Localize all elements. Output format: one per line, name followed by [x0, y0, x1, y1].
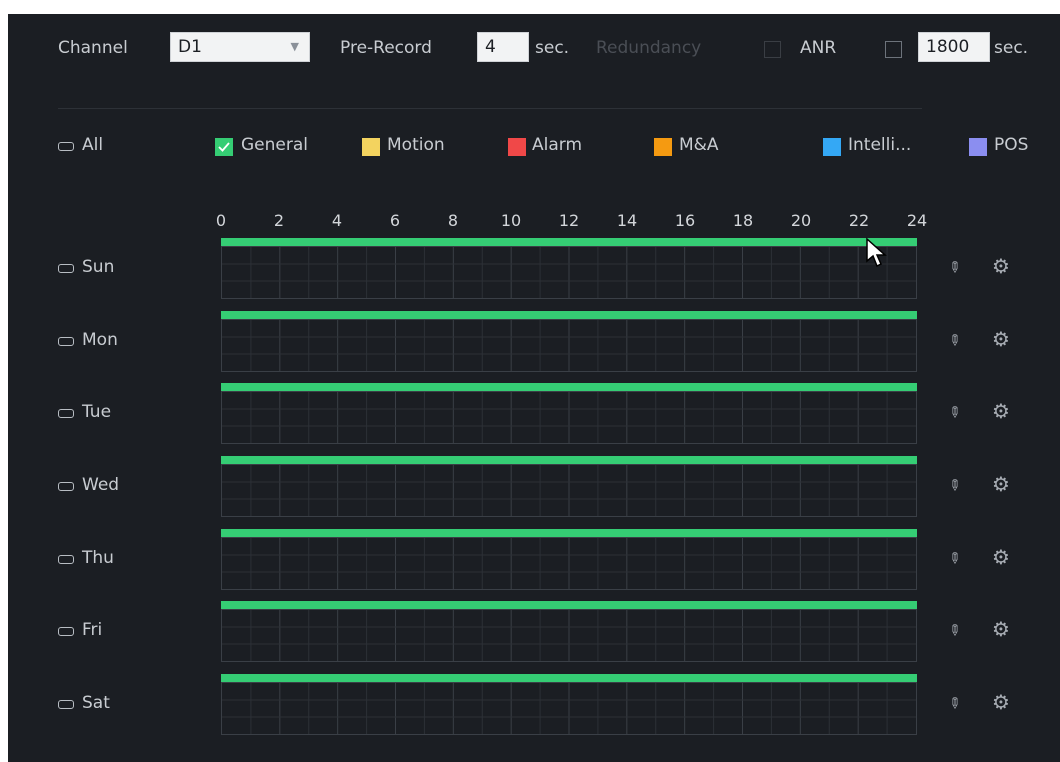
legend-label-intelli: Intelli... [848, 135, 912, 155]
check-icon [218, 142, 230, 152]
day-label-wed: Wed [82, 475, 120, 495]
redundancy-checkbox[interactable] [764, 41, 781, 58]
hour-tick-label: 0 [215, 211, 227, 230]
channel-value: D1 [178, 37, 202, 57]
redundancy-label: Redundancy [596, 38, 702, 58]
prerecord-unit: sec. [535, 38, 570, 58]
day-label-sun: Sun [82, 257, 115, 277]
pencil-icon[interactable]: ✏ [945, 406, 963, 419]
hour-tick-label: 10 [500, 211, 522, 230]
ma-swatch[interactable] [654, 138, 672, 156]
pencil-icon[interactable]: ✏ [945, 552, 963, 565]
day-label-thu: Thu [82, 548, 114, 568]
gear-icon[interactable]: ⚙ [992, 327, 1010, 351]
record-schedule-panel: Channel D1 ▼ Pre-Record 4 sec. Redundanc… [8, 14, 1060, 762]
legend-label-general: General [241, 135, 308, 155]
anr-checkbox[interactable] [885, 41, 902, 58]
anr-input[interactable]: 1800 [918, 32, 990, 62]
hour-tick-label: 2 [273, 211, 285, 230]
general-record-bar[interactable] [221, 601, 917, 609]
timeline-gridlines [222, 320, 916, 371]
timeline-gridlines [222, 465, 916, 516]
general-record-bar[interactable] [221, 383, 917, 391]
day-checkbox-mon[interactable] [58, 337, 74, 346]
general-record-bar[interactable] [221, 311, 917, 319]
hour-tick-label: 18 [732, 211, 754, 230]
pencil-icon[interactable]: ✏ [945, 697, 963, 710]
day-timeline-sat[interactable] [221, 682, 917, 735]
gear-icon[interactable]: ⚙ [992, 254, 1010, 278]
intelli-swatch[interactable] [823, 138, 841, 156]
chevron-down-icon: ▼ [290, 40, 299, 53]
hour-tick-label: 4 [331, 211, 343, 230]
pencil-icon[interactable]: ✏ [945, 624, 963, 637]
hour-tick-label: 20 [790, 211, 812, 230]
gear-icon[interactable]: ⚙ [992, 690, 1010, 714]
prerecord-input[interactable]: 4 [477, 32, 529, 62]
channel-label: Channel [58, 38, 128, 58]
timeline-gridlines [222, 538, 916, 589]
timeline-gridlines [222, 392, 916, 443]
timeline-gridlines [222, 247, 916, 298]
hour-tick-label: 8 [447, 211, 459, 230]
general-record-bar[interactable] [221, 674, 917, 682]
day-label-fri: Fri [82, 620, 103, 640]
day-label-sat: Sat [82, 693, 110, 713]
day-checkbox-tue[interactable] [58, 409, 74, 418]
hour-tick-label: 24 [906, 211, 928, 230]
channel-select[interactable]: D1 ▼ [170, 32, 310, 62]
day-timeline-sun[interactable] [221, 246, 917, 299]
legend-label-alarm: Alarm [532, 135, 583, 155]
general-record-bar[interactable] [221, 456, 917, 464]
legend-label-motion: Motion [387, 135, 445, 155]
day-checkbox-sat[interactable] [58, 700, 74, 709]
divider [58, 108, 922, 109]
anr-unit: sec. [994, 38, 1029, 58]
day-checkbox-thu[interactable] [58, 555, 74, 564]
alarm-swatch[interactable] [508, 138, 526, 156]
hour-tick-label: 14 [616, 211, 638, 230]
day-label-tue: Tue [82, 402, 112, 422]
mouse-cursor-icon [866, 237, 887, 268]
day-checkbox-sun[interactable] [58, 264, 74, 273]
pos-swatch[interactable] [969, 138, 987, 156]
hour-tick-label: 12 [558, 211, 580, 230]
day-checkbox-wed[interactable] [58, 482, 74, 491]
general-record-bar[interactable] [221, 529, 917, 537]
all-label: All [82, 135, 104, 155]
day-checkbox-fri[interactable] [58, 627, 74, 636]
motion-swatch[interactable] [362, 138, 380, 156]
day-timeline-mon[interactable] [221, 319, 917, 372]
pencil-icon[interactable]: ✏ [945, 479, 963, 492]
gear-icon[interactable]: ⚙ [992, 617, 1010, 641]
pencil-icon[interactable]: ✏ [945, 261, 963, 274]
timeline-gridlines [222, 683, 916, 734]
day-timeline-thu[interactable] [221, 537, 917, 590]
timeline-gridlines [222, 610, 916, 661]
general-swatch[interactable] [215, 138, 233, 156]
hour-tick-label: 6 [389, 211, 401, 230]
gear-icon[interactable]: ⚙ [992, 399, 1010, 423]
all-checkbox[interactable] [58, 142, 74, 151]
pencil-icon[interactable]: ✏ [945, 334, 963, 347]
prerecord-label: Pre-Record [340, 38, 432, 58]
gear-icon[interactable]: ⚙ [992, 472, 1010, 496]
legend-label-ma: M&A [679, 135, 719, 155]
general-record-bar[interactable] [221, 238, 917, 246]
hour-tick-label: 22 [848, 211, 870, 230]
day-timeline-tue[interactable] [221, 391, 917, 444]
day-timeline-fri[interactable] [221, 609, 917, 662]
legend-label-pos: POS [994, 135, 1029, 155]
hour-tick-label: 16 [674, 211, 696, 230]
day-timeline-wed[interactable] [221, 464, 917, 517]
anr-label: ANR [800, 38, 837, 58]
gear-icon[interactable]: ⚙ [992, 545, 1010, 569]
day-label-mon: Mon [82, 330, 118, 350]
